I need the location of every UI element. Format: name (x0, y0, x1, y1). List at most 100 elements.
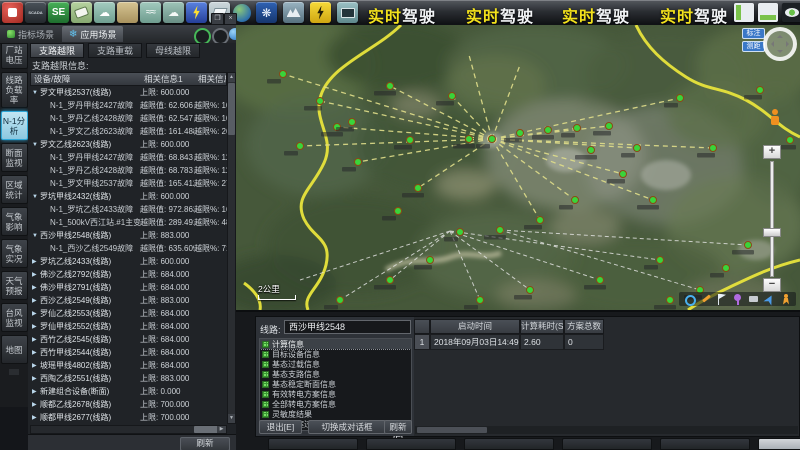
list-item[interactable]: 基态支路信息 (260, 369, 411, 379)
station-marker-icon[interactable] (297, 143, 304, 150)
line-input[interactable]: 西沙甲线2548 (284, 320, 411, 334)
map-pan-control[interactable] (763, 27, 797, 61)
station-marker-icon[interactable] (337, 297, 344, 304)
table-row[interactable]: ▼N-1_罗文乙线2623故障越限值: 161.488越限%: 26.9 (30, 125, 227, 138)
chevron-right-icon[interactable]: ▶ (32, 258, 40, 265)
list-item[interactable]: 目标设备信息 (260, 349, 411, 359)
station-marker-icon[interactable] (317, 98, 324, 105)
station-marker-icon[interactable] (427, 257, 434, 264)
station-marker-icon[interactable] (606, 123, 613, 130)
table-row[interactable]: ▶顺都乙线2678(线路)上限: 700.000 (30, 398, 227, 411)
table-row[interactable]: ▶顺都甲线2677(线路)上限: 700.000 (30, 411, 227, 424)
scrollbar-handle[interactable] (417, 427, 487, 433)
station-marker-icon[interactable] (723, 265, 730, 272)
switch-dialog-button[interactable]: 切换成对话框 (308, 420, 386, 434)
pan-down-icon[interactable] (777, 50, 783, 56)
refresh-result-button[interactable]: 刷新[F] (384, 420, 412, 434)
annotate-button[interactable]: 标注 (742, 28, 765, 39)
list-item[interactable]: 有效转电方案信息 (260, 389, 411, 399)
chevron-down-icon[interactable]: ▼ (32, 142, 40, 148)
layout-left-panel-icon[interactable] (734, 3, 754, 22)
sidebar-item-气象影响[interactable]: 气象影响 (1, 207, 28, 236)
horizontal-scrollbar[interactable]: ▶ (30, 425, 227, 434)
station-marker-icon[interactable] (407, 137, 414, 144)
station-marker-icon[interactable] (588, 147, 595, 154)
sidebar-item-断面监视[interactable]: 断面监视 (1, 143, 28, 172)
flag-icon[interactable] (716, 294, 727, 305)
vertical-scrollbar[interactable]: ▲ ▼ (227, 72, 236, 424)
locate-icon[interactable] (684, 294, 695, 305)
label-icon[interactable] (748, 294, 759, 305)
table-row[interactable]: ▶罗仙乙线2553(线路)上限: 684.000 (30, 307, 227, 320)
map-pin-icon[interactable] (732, 294, 743, 305)
table-row[interactable]: ▼N-1_罗坑乙线2433故障越限值: 972.863越限%: 162.1 (30, 203, 227, 216)
chevron-right-icon[interactable]: ▶ (32, 362, 40, 369)
result-row[interactable]: 12018年09月03日14:49:092.600 (414, 334, 604, 350)
bolt-yellow-icon[interactable] (310, 2, 331, 23)
chevron-right-icon[interactable]: ▶ (32, 388, 40, 395)
table-row[interactable]: ▶西陶乙线2551(线路)上限: 883.000 (30, 372, 227, 385)
station-marker-icon[interactable] (745, 242, 752, 249)
bolt-blue-icon[interactable] (186, 2, 207, 23)
station-marker-icon[interactable] (757, 87, 764, 94)
tag-icon[interactable] (71, 2, 92, 23)
tab-indicator-scene[interactable]: 指标场景 (0, 26, 61, 42)
list-item[interactable]: 基态过载信息 (260, 359, 411, 369)
chevron-right-icon[interactable]: ▶ (32, 284, 40, 291)
table-row[interactable]: ▶西竹乙线2545(线路)上限: 684.000 (30, 333, 227, 346)
station-marker-icon[interactable] (449, 93, 456, 100)
terrain-icon[interactable] (283, 2, 304, 23)
pan-up-icon[interactable] (777, 32, 783, 38)
cloud-icon[interactable]: ☁ (163, 2, 184, 23)
station-marker-icon[interactable] (355, 159, 362, 166)
chevron-right-icon[interactable]: ▶ (32, 310, 40, 317)
station-marker-icon[interactable] (466, 136, 473, 143)
pan-right-icon[interactable] (786, 41, 792, 47)
scada-icon[interactable]: SCADA (25, 2, 46, 23)
station-marker-icon[interactable] (280, 71, 287, 78)
chevron-down-icon[interactable]: ▼ (32, 90, 40, 96)
list-item[interactable]: 计算信息 (260, 339, 411, 349)
tab-branch-limit[interactable]: 支路越限 (30, 43, 84, 58)
sidebar-item-地图[interactable]: 地图 (1, 335, 28, 364)
table-row[interactable]: ▼罗文甲线2537(线路)上限: 600.000 (30, 86, 227, 99)
station-marker-icon[interactable] (634, 145, 641, 152)
table-row[interactable]: ▼N-1_罗丹甲线2427故障越限值: 68.843越限%: 11.4 (30, 151, 227, 164)
chevron-down-icon[interactable]: ▼ (32, 194, 40, 200)
table-row[interactable]: ▶新建组合设备(断面)上限: 0.000 (30, 385, 227, 398)
refresh-button[interactable]: 刷新 (180, 437, 230, 450)
station-marker-icon[interactable] (537, 217, 544, 224)
table-row[interactable]: ▼罗坑甲线2432(线路)上限: 600.000 (30, 190, 227, 203)
pedestrian-icon[interactable] (780, 294, 791, 305)
chevron-right-icon[interactable]: ▶ (32, 336, 40, 343)
station-marker-icon[interactable] (349, 119, 356, 126)
rain-icon[interactable]: ☁ (94, 2, 115, 23)
tab-branch-overload[interactable]: 支路重载 (88, 43, 142, 58)
station-marker-icon[interactable] (457, 229, 464, 236)
table-row[interactable]: ▼N-1_500kV西江站.#1主变故障越限值: 289.491越限%: 48.… (30, 216, 227, 229)
table-row[interactable]: ▶西竹甲线2544(线路)上限: 684.000 (30, 346, 227, 359)
station-marker-icon[interactable] (667, 297, 674, 304)
pan-left-icon[interactable] (768, 41, 774, 47)
zoom-in-button[interactable]: + (763, 145, 781, 159)
station-marker-icon[interactable] (497, 227, 504, 234)
bottom-tab[interactable] (268, 438, 358, 450)
waves-icon[interactable]: ≈≈ (140, 2, 161, 23)
bottom-tab[interactable] (660, 438, 750, 450)
list-item[interactable]: 全部转电方案信息 (260, 399, 411, 409)
table-row[interactable]: ▼N-1_西沙乙线2549故障越限值: 635.609越限%: 71.9 (30, 242, 227, 255)
result-horizontal-scrollbar[interactable] (415, 426, 798, 434)
stop-icon[interactable] (2, 2, 23, 23)
sidebar-item-线路负载率[interactable]: 线路负载率 (1, 72, 28, 108)
eye-view-icon[interactable] (782, 3, 800, 22)
station-marker-icon[interactable] (650, 197, 657, 204)
station-marker-icon[interactable] (395, 208, 402, 215)
station-marker-icon[interactable] (574, 125, 581, 132)
chevron-right-icon[interactable]: ▶ (32, 271, 40, 278)
satellite-map[interactable]: 标注 测距 + − 2公里 (236, 25, 800, 312)
list-item[interactable]: 基态稳定断面信息 (260, 379, 411, 389)
surveyor-icon[interactable] (117, 2, 138, 23)
zoom-slider-handle[interactable] (763, 228, 781, 237)
bottom-tab[interactable] (562, 438, 652, 450)
table-row[interactable]: ▼N-1_罗丹甲线2427故障越限值: 62.606越限%: 10.4 (30, 99, 227, 112)
